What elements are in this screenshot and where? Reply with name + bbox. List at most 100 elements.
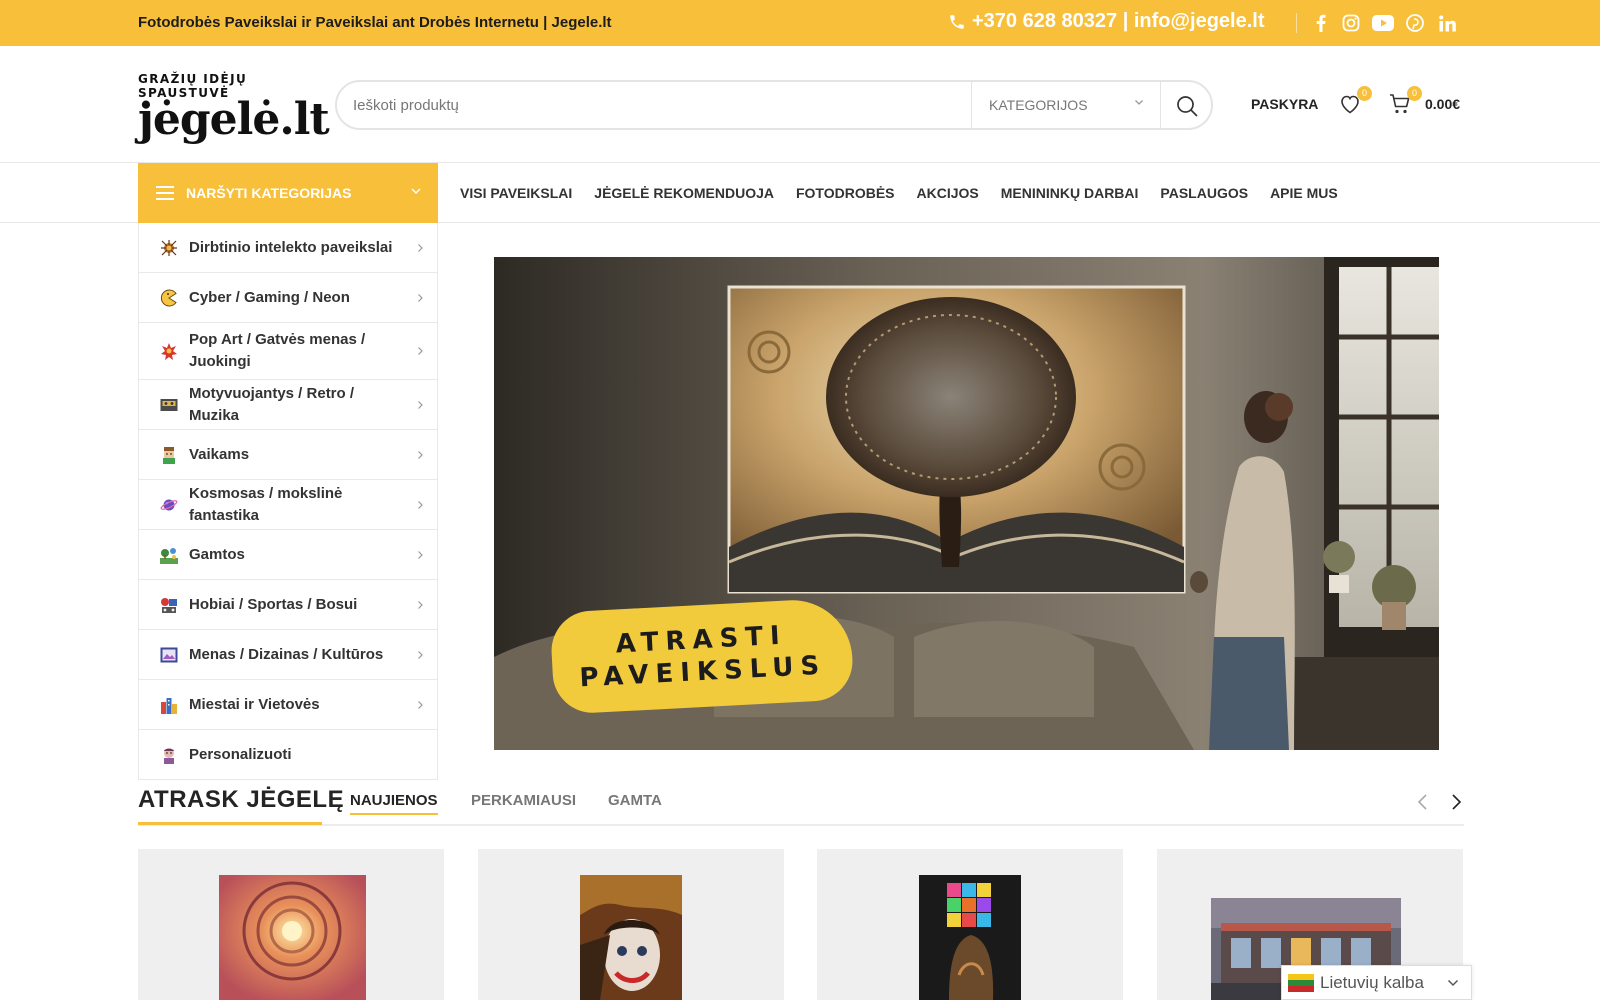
nav-sales[interactable]: AKCIJOS [917,185,979,201]
pacman-icon [159,288,179,308]
header: GRAŽIŲ IDĖJŲ SPAUSTUVĖ jėgelė.lt KATEGOR… [0,46,1600,163]
ai-brain-icon [159,238,179,258]
spiral-staircase-canvas [219,875,366,1000]
search-button[interactable] [1169,88,1205,124]
wishlist-button[interactable]: 0 [1338,86,1372,118]
phone-icon [950,14,964,29]
city-icon [159,695,179,715]
chevron-left-icon [1417,794,1427,810]
chevron-right-icon [418,450,423,459]
category-label: Cyber / Gaming / Neon [189,288,350,306]
category-label: Hobiai / Sportas / Bosui [189,595,358,613]
section-title: ATRASK JĖGELĘ [138,786,345,813]
language-switcher[interactable]: Lietuvių kalba [1281,965,1472,1000]
joker-portrait-canvas [580,875,682,1000]
hobby-icon [159,595,179,615]
portrait-icon [159,745,179,765]
cart-button[interactable]: 0 [1388,86,1422,118]
logo-name: jėgelė.lt [138,94,330,145]
chevron-right-icon [418,500,423,509]
pop-art-icon [159,341,179,361]
menu-icon [156,186,174,200]
category-item-cities[interactable]: Miestai ir Vietovės [139,680,437,730]
carousel-prev-button[interactable] [1413,792,1433,812]
category-item-pop-art[interactable]: Pop Art / Gatvės menas / Juokingi [139,323,437,380]
tab-new[interactable]: NAUJIENOS [350,792,438,815]
category-item-hobby[interactable]: Hobiai / Sportas / Bosui [139,580,437,630]
hero-banner[interactable]: ATRASTI PAVEIKSLUS [494,257,1439,750]
chevron-right-icon [418,550,423,559]
nav-services[interactable]: PASLAUGOS [1160,185,1248,201]
instagram-icon[interactable] [1340,12,1362,34]
contact-info[interactable]: +370 628 80327 | info@jegele.lt [948,10,1264,33]
chevron-right-icon [418,400,423,409]
linkedin-icon[interactable] [1436,12,1458,34]
language-label: Lietuvių kalba [1320,972,1424,992]
cart-total[interactable]: 0.00€ [1425,96,1460,112]
category-label: Personalizuoti [189,746,292,763]
category-item-retro[interactable]: Motyvuojantys / Retro / Muzika [139,380,437,430]
category-item-space[interactable]: Kosmosas / mokslinė fantastika [139,480,437,530]
chevron-down-icon [1135,100,1143,105]
youtube-icon[interactable] [1371,12,1395,34]
nav-photo-canvas[interactable]: FOTODROBĖS [796,185,895,201]
top-bar: Fotodrobės Paveikslai ir Paveikslai ant … [0,0,1600,46]
pinterest-icon[interactable] [1404,12,1426,34]
category-item-art[interactable]: Menas / Dizainas / Kultūros [139,630,437,680]
chevron-down-icon [411,188,421,195]
category-label: Gamtos [189,545,245,563]
tab-nature[interactable]: GAMTA [608,792,662,809]
search-form: KATEGORIJOS [335,80,1213,130]
cassette-icon [159,395,179,415]
main-menu: VISI PAVEIKSLAI JĖGELĖ REKOMENDUOJA FOTO… [460,163,1360,223]
contact-text: +370 628 80327 | info@jegele.lt [972,10,1265,32]
nature-icon [159,545,179,565]
chevron-right-icon [418,293,423,302]
category-label: Motyvuojantys / Retro / Muzika [189,384,355,424]
category-label: Miestai ir Vietovės [189,695,320,713]
browse-categories-button[interactable]: NARŠYTI KATEGORIJAS [138,163,438,223]
tab-bestsellers[interactable]: PERKAMIAUSI [471,792,576,809]
product-card[interactable] [138,849,444,1000]
chevron-right-icon [418,347,423,355]
category-label: Vaikams [189,445,250,463]
carousel-next-button[interactable] [1446,792,1466,812]
search-input[interactable] [337,83,957,127]
chevron-right-icon [418,700,423,709]
category-item-cyber[interactable]: Cyber / Gaming / Neon [139,273,437,323]
product-card[interactable] [478,849,784,1000]
category-label: Kosmosas / mokslinė fantastika [189,484,343,524]
product-card[interactable] [817,849,1123,1000]
lithuania-flag-icon [1288,973,1314,992]
account-link[interactable]: PASKYRA [1251,96,1318,112]
category-sidebar: Dirbtinio intelekto paveikslai Cyber / G… [138,223,438,780]
wishlist-count: 0 [1357,86,1372,101]
chevron-down-icon [1447,979,1459,987]
category-item-kids[interactable]: Vaikams [139,430,437,480]
browse-categories-label: NARŠYTI KATEGORIJAS [186,185,352,201]
nav-all-paintings[interactable]: VISI PAVEIKSLAI [460,185,572,201]
cart-count: 0 [1407,86,1422,101]
discover-paintings-button[interactable]: ATRASTI PAVEIKSLUS [549,597,855,715]
chevron-right-icon [1452,794,1462,810]
category-label: Dirbtinio intelekto paveikslai [189,238,393,256]
nav-artist-works[interactable]: MENININKŲ DARBAI [1001,185,1139,201]
category-label: Pop Art / Gatvės menas / Juokingi [189,331,366,370]
category-item-ai[interactable]: Dirbtinio intelekto paveikslai [139,223,437,273]
category-item-personalized[interactable]: Personalizuoti [139,730,437,780]
search-category-select[interactable]: KATEGORIJOS [971,82,1161,128]
divider [1296,13,1297,33]
nav-about[interactable]: APIE MUS [1270,185,1338,201]
main-navigation-bar: NARŠYTI KATEGORIJAS VISI PAVEIKSLAI JĖGE… [0,163,1600,223]
chevron-right-icon [418,650,423,659]
site-tagline: Fotodrobės Paveikslai ir Paveikslai ant … [138,14,612,31]
rubiks-cube-canvas [919,875,1021,1000]
section-divider [138,824,1464,826]
site-logo[interactable]: GRAŽIŲ IDĖJŲ SPAUSTUVĖ jėgelė.lt [138,72,330,145]
nav-recommended[interactable]: JĖGELĖ REKOMENDUOJA [594,185,774,201]
search-icon [1177,96,1198,117]
planet-icon [159,495,179,515]
category-item-nature[interactable]: Gamtos [139,530,437,580]
facebook-icon[interactable] [1310,12,1332,34]
kid-icon [159,445,179,465]
